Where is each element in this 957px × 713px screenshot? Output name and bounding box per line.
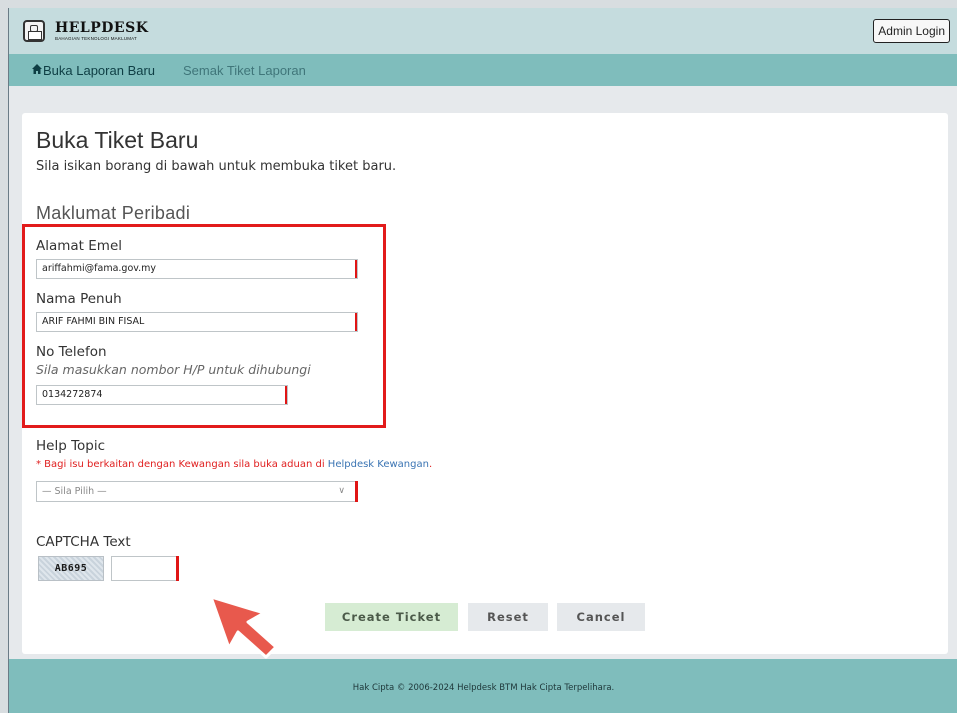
- create-ticket-button[interactable]: Create Ticket: [325, 603, 458, 631]
- chevron-down-icon: ∨: [338, 486, 345, 496]
- logo-title: HELPDESK: [55, 19, 149, 36]
- name-label: Nama Penuh: [36, 291, 122, 307]
- ticket-form-card: Buka Tiket Baru Sila isikan borang di ba…: [22, 113, 948, 659]
- email-field[interactable]: ariffahmi@fama.gov.my: [36, 259, 358, 279]
- required-indicator: [285, 386, 287, 404]
- help-topic-note-text: * Bagi isu berkaitan dengan Kewangan sil…: [36, 459, 328, 470]
- phone-field[interactable]: 0134272874: [36, 385, 288, 405]
- help-topic-label: Help Topic: [36, 438, 106, 454]
- phone-label: No Telefon: [36, 344, 107, 360]
- helpdesk-logo[interactable]: HELPDESK BAHAGIAN TEKNOLOGI MAKLUMAT: [23, 18, 148, 44]
- help-topic-note: * Bagi isu berkaitan dengan Kewangan sil…: [36, 459, 432, 470]
- page-frame: HELPDESK BAHAGIAN TEKNOLOGI MAKLUMAT Adm…: [8, 8, 957, 713]
- nav-item-buka-laporan-baru[interactable]: Buka Laporan Baru: [43, 63, 155, 78]
- email-value: ariffahmi@fama.gov.my: [42, 263, 157, 274]
- cancel-button[interactable]: Cancel: [557, 603, 645, 631]
- required-indicator: [355, 313, 357, 331]
- section-title-personal-info: Maklumat Peribadi: [36, 203, 191, 223]
- top-header: HELPDESK BAHAGIAN TEKNOLOGI MAKLUMAT Adm…: [9, 8, 957, 54]
- required-indicator: [176, 556, 179, 581]
- page-title: Buka Tiket Baru: [36, 127, 199, 153]
- page-footer: Hak Cipta © 2006-2024 Helpdesk BTM Hak C…: [9, 659, 957, 713]
- arrow-pointer-icon: [209, 595, 278, 659]
- name-value: ARIF FAHMI BIN FISAL: [42, 316, 145, 327]
- required-indicator: [355, 260, 357, 278]
- required-indicator: [355, 481, 358, 502]
- logo-text: HELPDESK BAHAGIAN TEKNOLOGI MAKLUMAT: [55, 19, 149, 42]
- nav-bar: Buka Laporan Baru Semak Tiket Laporan: [9, 54, 957, 86]
- captcha-label: CAPTCHA Text: [36, 534, 131, 550]
- home-icon[interactable]: [31, 63, 43, 75]
- captcha-input[interactable]: [111, 556, 179, 581]
- full-name-field[interactable]: ARIF FAHMI BIN FISAL: [36, 312, 358, 332]
- help-topic-note-suffix: .: [428, 459, 433, 470]
- logo-subtitle: BAHAGIAN TEKNOLOGI MAKLUMAT: [55, 35, 137, 41]
- helpdesk-kewangan-link[interactable]: Helpdesk Kewangan: [328, 459, 429, 470]
- footer-copyright: Hak Cipta © 2006-2024 Helpdesk BTM Hak C…: [352, 683, 615, 693]
- nav-item-semak-tiket-laporan[interactable]: Semak Tiket Laporan: [183, 63, 306, 78]
- help-topic-selected: — Sila Pilih —: [42, 486, 107, 497]
- reset-button[interactable]: Reset: [468, 603, 548, 631]
- admin-login-button[interactable]: Admin Login: [873, 19, 950, 43]
- phone-value: 0134272874: [42, 389, 103, 400]
- phone-hint: Sila masukkan nombor H/P untuk dihubungi: [36, 362, 311, 377]
- page-description: Sila isikan borang di bawah untuk membuk…: [36, 159, 397, 174]
- email-label: Alamat Emel: [36, 238, 123, 254]
- captcha-image: AB695: [38, 556, 104, 581]
- logo-icon: [23, 20, 45, 42]
- help-topic-select[interactable]: — Sila Pilih — ∨: [36, 481, 358, 502]
